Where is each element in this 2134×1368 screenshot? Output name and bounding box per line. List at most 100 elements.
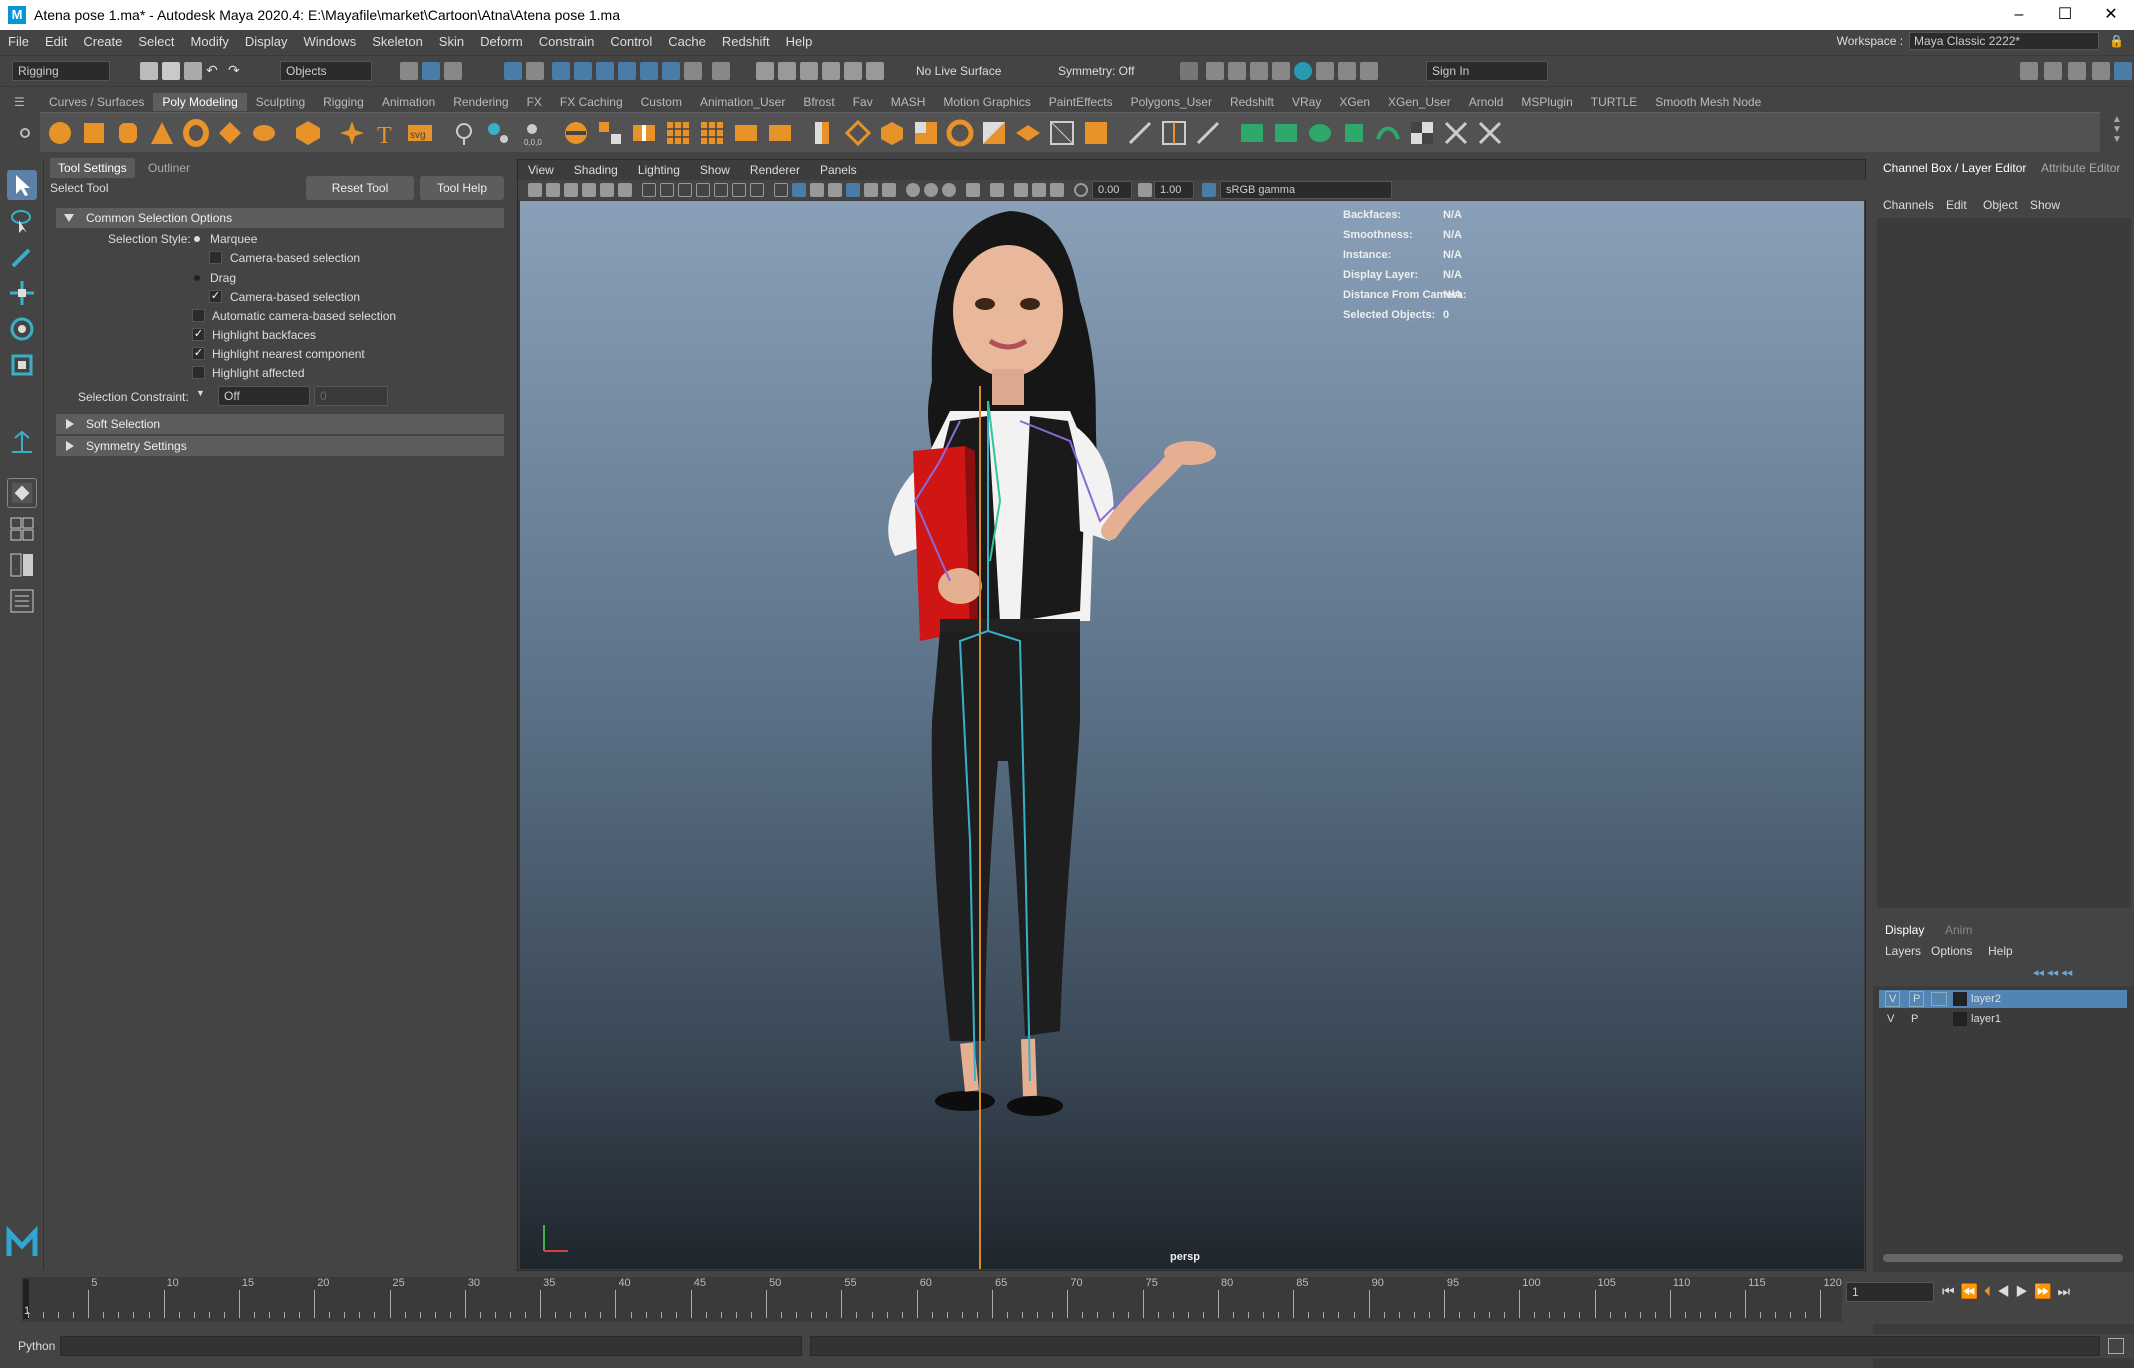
poly-cylinder-icon[interactable] [114,119,142,147]
play-backwards-icon[interactable]: ◀ [1997,1283,2016,1299]
shelf-options-icon[interactable] [20,128,30,138]
shelf-tab[interactable]: Motion Graphics [934,93,1039,111]
poly-cube-icon[interactable] [80,119,108,147]
shelf-tab[interactable]: TURTLE [1582,93,1646,111]
xray-joints-icon[interactable] [1032,183,1046,197]
color-management-icon[interactable] [1202,183,1216,197]
uv-editor-icon[interactable] [1238,119,1266,147]
snap-projected-icon[interactable] [822,62,840,80]
ambient-occlusion-icon[interactable] [906,183,920,197]
cb-menu-channels[interactable]: Channels [1883,198,1934,212]
menu-cache[interactable]: Cache [660,34,714,49]
wireframe-on-shaded-icon[interactable] [828,183,842,197]
svg-tool-icon[interactable]: svg [406,119,434,147]
add-divisions-icon[interactable] [1048,119,1076,147]
safe-action-icon[interactable] [732,183,746,197]
image-plane-icon[interactable] [582,183,596,197]
menu-help[interactable]: Help [778,34,821,49]
shelf-tab[interactable]: Curves / Surfaces [40,93,153,111]
mask-deform-icon[interactable] [618,62,636,80]
layer-menu-help[interactable]: Help [1988,944,2013,958]
sculpt-icon[interactable] [450,119,478,147]
go-to-end-icon[interactable]: ⏭ [2057,1283,2076,1299]
single-perspective-view-icon[interactable] [7,478,37,508]
boolean-icon[interactable] [698,119,726,147]
tab-anim[interactable]: Anim [1937,920,1980,940]
undo-icon[interactable]: ↶ [206,62,224,80]
super-shape-icon[interactable] [338,119,366,147]
render-view-icon[interactable] [1206,62,1224,80]
viewport-menu-show[interactable]: Show [690,163,740,177]
drag-radio[interactable] [191,272,203,284]
mask-all-icon[interactable] [504,62,522,80]
menu-skin[interactable]: Skin [431,34,472,49]
xray-components-icon[interactable] [1050,183,1064,197]
layer-name[interactable]: layer1 [1971,1010,2001,1028]
reset-tool-button[interactable]: Reset Tool [306,176,414,200]
grid-icon[interactable] [642,183,656,197]
step-forward-key-icon[interactable]: ⏩ [2034,1283,2057,1299]
attribute-editor-toggle-icon[interactable] [2068,62,2086,80]
mask-misc-icon[interactable] [684,62,702,80]
save-scene-icon[interactable] [184,62,202,80]
poly-sphere-icon[interactable] [46,119,74,147]
menu-select[interactable]: Select [130,34,182,49]
bridge-icon[interactable] [844,119,872,147]
lock-icon[interactable]: 🔒 [2109,34,2124,48]
move-tool-icon[interactable] [7,278,37,308]
smooth-shade-icon[interactable] [792,183,806,197]
poly-cone-icon[interactable] [148,119,176,147]
chevron-down-icon[interactable]: ▼ [196,388,205,398]
highlight-nearest-checkbox[interactable]: ✓ [192,347,205,360]
shelf-tab[interactable]: VRay [1283,93,1330,111]
sign-in-button[interactable]: Sign In [1426,61,1548,81]
shelf-tab-active[interactable]: Poly Modeling [153,93,247,111]
cut-uv-icon[interactable] [1476,119,1504,147]
auto-camera-checkbox[interactable] [192,309,205,322]
menu-redshift[interactable]: Redshift [714,34,778,49]
unfold-icon[interactable] [1442,119,1470,147]
menu-constrain[interactable]: Constrain [531,34,603,49]
textured-icon[interactable] [846,183,860,197]
shelf-tab[interactable]: Fav [844,93,882,111]
combine-icon[interactable] [562,119,590,147]
exposure-icon[interactable] [1074,183,1088,197]
menu-modify[interactable]: Modify [183,34,237,49]
rs-ipr-icon[interactable] [1338,62,1356,80]
snap-grid-icon[interactable] [756,62,774,80]
isolate-select-icon[interactable] [990,183,1004,197]
anti-aliasing-icon[interactable] [942,183,956,197]
tab-attribute-editor[interactable]: Attribute Editor [2033,158,2128,178]
shelf-menu-icon[interactable]: ☰ [14,95,28,109]
select-component-icon[interactable] [444,62,462,80]
shelf-tab[interactable]: Bfrost [794,93,843,111]
select-mode-dropdown[interactable]: Objects [280,61,372,81]
mask-joint-icon[interactable] [552,62,570,80]
highlight-affected-checkbox[interactable] [192,366,205,379]
poly-plane-icon[interactable] [216,119,244,147]
minimize-icon[interactable]: – [1996,0,2042,30]
wedge-icon[interactable] [1014,119,1042,147]
use-default-material-icon[interactable] [810,183,824,197]
auto-seams-icon[interactable] [1374,119,1402,147]
platonic-solid-icon[interactable] [294,119,322,147]
shelf-tab[interactable]: FX Caching [551,93,632,111]
cb-menu-edit[interactable]: Edit [1946,198,1967,212]
scale-tool-icon[interactable] [7,350,37,380]
layer-visibility-toggle[interactable]: V [1885,991,1901,1007]
paint-select-tool-icon[interactable] [7,242,37,272]
ipr-render-icon[interactable] [1250,62,1268,80]
render-settings-icon[interactable] [1272,62,1290,80]
xray-icon[interactable] [1014,183,1028,197]
tab-tool-settings[interactable]: Tool Settings [50,158,135,178]
shelf-tab[interactable]: Custom [632,93,691,111]
motion-blur-icon[interactable] [924,183,938,197]
rs-render-icon[interactable] [1316,62,1334,80]
checker-map-icon[interactable] [1408,119,1436,147]
poke-icon[interactable] [980,119,1008,147]
two-view-layout-icon[interactable] [7,550,37,580]
use-all-lights-icon[interactable] [864,183,878,197]
menu-display[interactable]: Display [237,34,296,49]
bevel-icon[interactable] [878,119,906,147]
step-back-frame-icon[interactable]: ⏴ [1984,1283,1997,1299]
